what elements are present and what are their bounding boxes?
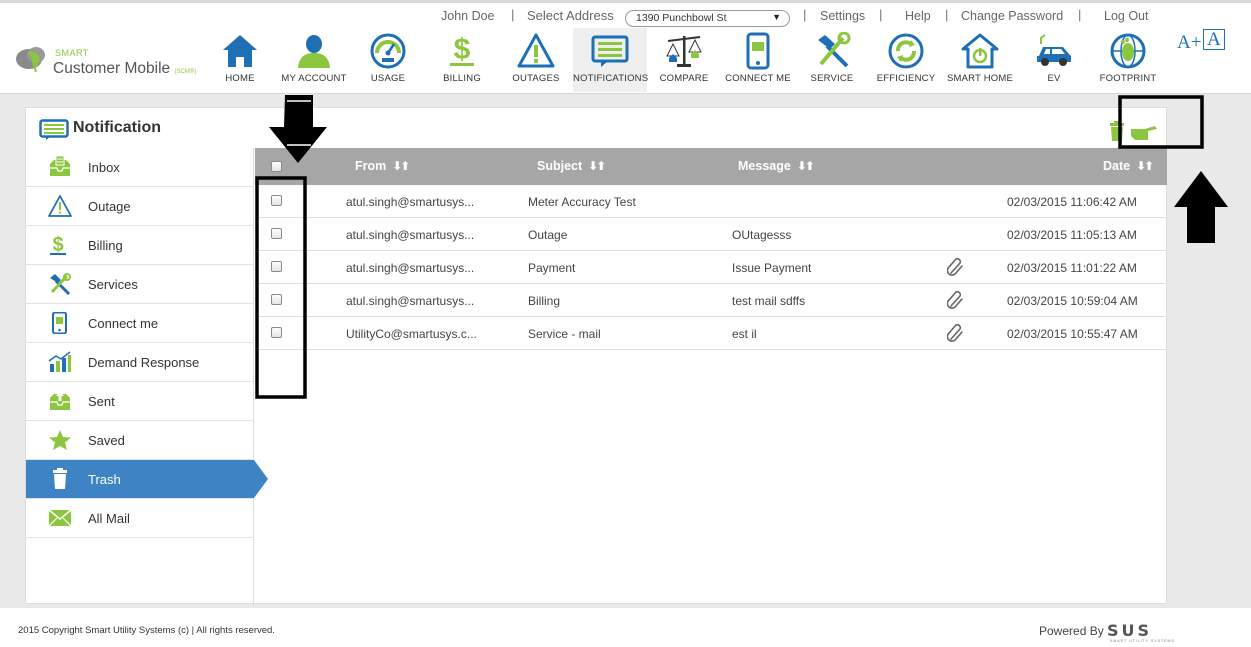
powered-by-text: Powered By — [1039, 624, 1104, 638]
footer: 2015 Copyright Smart Utility Systems (c)… — [0, 608, 1251, 647]
annotation-overlay — [255, 95, 1228, 399]
action-icons-highlight — [1118, 95, 1204, 149]
copyright-text: 2015 Copyright Smart Utility Systems (c)… — [18, 625, 275, 636]
sus-logo-subtitle: SMART UTILITY SYSTEMS — [1110, 639, 1175, 643]
sus-logo[interactable]: SUS — [1107, 621, 1152, 640]
down-arrow-annotation — [269, 95, 327, 163]
up-arrow-annotation — [1174, 171, 1228, 243]
checkbox-column-highlight — [255, 176, 307, 399]
